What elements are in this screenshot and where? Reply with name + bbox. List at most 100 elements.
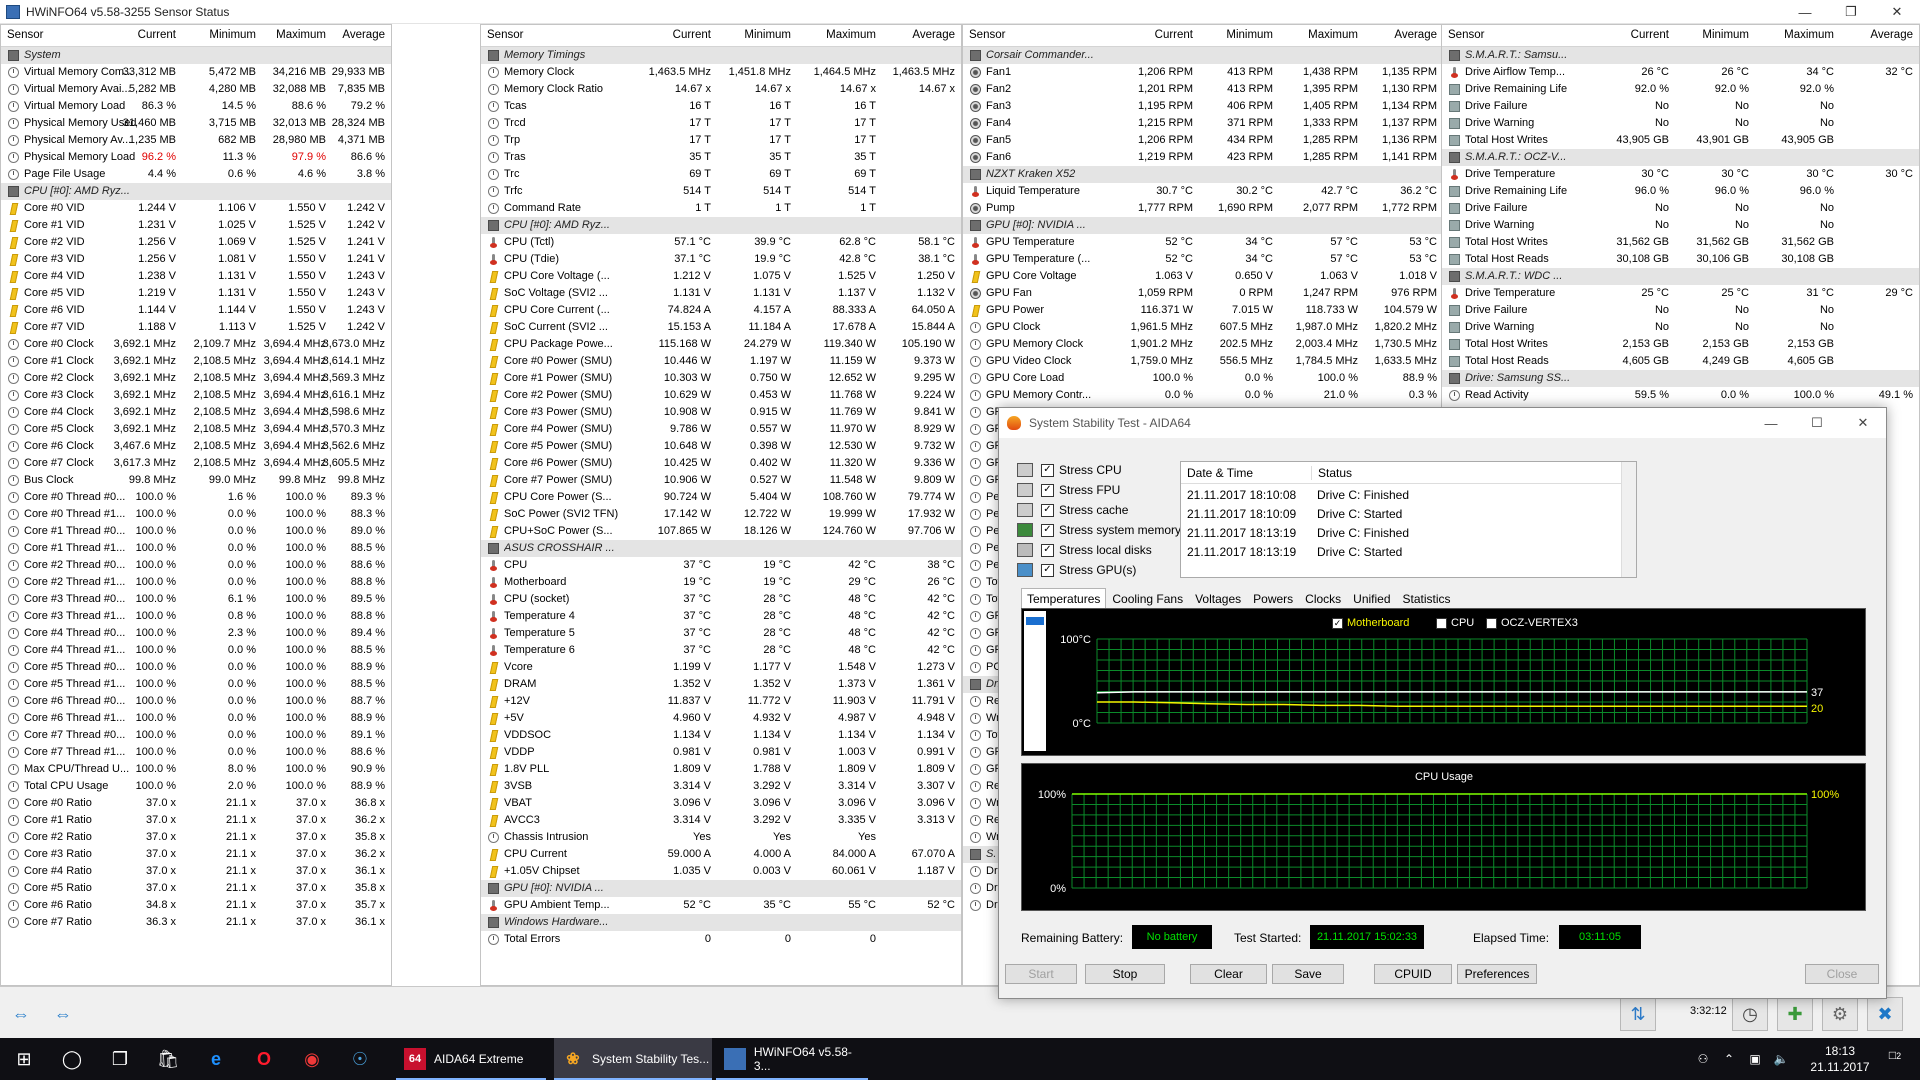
sensor-row[interactable]: Core #1 VID 1.231 V 1.025 V 1.525 V 1.242 V [1,217,391,234]
tab-clocks[interactable]: Clocks [1299,588,1347,608]
col-minimum[interactable]: Minimum [1226,29,1273,41]
aida-minimize-button[interactable]: — [1748,408,1794,438]
sensor-row[interactable]: DRAM 1.352 V 1.352 V 1.373 V 1.361 V [481,676,961,693]
column-header[interactable]: Sensor Current Minimum Maximum Average [481,25,961,47]
stress-disks-option[interactable]: ✓ Stress local disks [1017,540,1181,560]
sensor-row[interactable]: Virtual Memory Avai... 5,282 MB 4,280 MB 32… [1,81,391,98]
sensor-row[interactable]: Chassis Intrusion Yes Yes Yes [481,829,961,846]
network-icon[interactable]: ▣ [1742,1052,1768,1066]
taskbar-hwinfo[interactable]: HWiNFO64 v5.58-3... [716,1038,868,1080]
sensor-group-header[interactable]: NZXT Kraken X52 [963,166,1443,183]
sensor-row[interactable]: Fan3 1,195 RPM 406 RPM 1,405 RPM 1,134 RPM [963,98,1443,115]
chevron-up-icon[interactable]: ⌃ [1716,1052,1742,1066]
sensor-row[interactable]: Core #1 Ratio 37.0 x 21.1 x 37.0 x 36.2 x [1,812,391,829]
stress-gpu-option[interactable]: ✓ Stress GPU(s) [1017,560,1181,580]
sensor-row[interactable]: CPU (socket) 37 °C 28 °C 48 °C 42 °C [481,591,961,608]
sensor-row[interactable]: Pump 1,777 RPM 1,690 RPM 2,077 RPM 1,772 RPM [963,200,1443,217]
tab-temperatures[interactable]: Temperatures [1021,588,1107,608]
sensor-row[interactable]: Core #4 Ratio 37.0 x 21.1 x 37.0 x 36.1 x [1,863,391,880]
store-bag-icon[interactable]: 🛍 [150,1044,186,1074]
volume-icon[interactable]: 🔈 [1768,1052,1794,1066]
sensor-row[interactable]: GPU Memory Contr... 0.0 % 0.0 % 21.0 % 0.3 % [963,387,1443,404]
col-maximum[interactable]: Maximum [1308,29,1358,41]
windows-start-icon[interactable]: ⊞ [6,1044,42,1074]
sensor-row[interactable]: Physical Memory Load 96.2 % 11.3 % 97.9 % 86… [1,149,391,166]
sensor-panel-2[interactable]: Sensor Current Minimum Maximum Average M… [480,24,962,986]
log-scrollbar[interactable] [1621,462,1636,577]
col-current[interactable]: Current [673,29,711,41]
log-col-datetime[interactable]: Date & Time [1187,466,1253,480]
sensor-row[interactable]: GPU Temperature 52 °C 34 °C 57 °C 53 °C [963,234,1443,251]
save-button[interactable]: Save [1272,964,1344,984]
sensor-row[interactable]: CPU Core Voltage (... 1.212 V 1.075 V 1.525… [481,268,961,285]
sensor-row[interactable]: Liquid Temperature 30.7 °C 30.2 °C 42.7 °C 3… [963,183,1443,200]
col-minimum[interactable]: Minimum [1702,29,1749,41]
minimize-button[interactable]: — [1782,0,1828,24]
sensor-group-header[interactable]: Drive: Samsung SS... [1442,370,1919,387]
col-sensor[interactable]: Sensor [7,29,43,41]
sensor-row[interactable]: Core #6 Thread #1... 100.0 % 0.0 % 100.0 % 8… [1,710,391,727]
search-circle-icon[interactable]: ◯ [54,1044,90,1074]
event-log[interactable]: Date & Time Status 21.11.2017 18:10:08 Dr… [1180,461,1637,578]
sensor-row[interactable]: Trcd 17 T 17 T 17 T [481,115,961,132]
sensor-row[interactable]: Core #6 Power (SMU) 10.425 W 0.402 W 11.320… [481,455,961,472]
sensor-row[interactable]: Drive Failure No No No [1442,302,1919,319]
sensor-row[interactable]: Vcore 1.199 V 1.177 V 1.548 V 1.273 V [481,659,961,676]
sensor-row[interactable]: Temperature 6 37 °C 28 °C 48 °C 42 °C [481,642,961,659]
sensor-row[interactable]: Max CPU/Thread U... 100.0 % 8.0 % 100.0 % 90… [1,761,391,778]
sensor-row[interactable]: Core #6 Clock 3,467.6 MHz 2,108.5 MHz 3,694… [1,438,391,455]
sensor-row[interactable]: Core #5 Power (SMU) 10.648 W 0.398 W 12.530… [481,438,961,455]
sensor-row[interactable]: GPU Clock 1,961.5 MHz 607.5 MHz 1,987.0 MHz… [963,319,1443,336]
stress-cache-option[interactable]: ✓ Stress cache [1017,500,1181,520]
sensor-row[interactable]: CPU Package Powe... 115.168 W 24.279 W 119.… [481,336,961,353]
sensor-row[interactable]: Drive Remaining Life 96.0 % 96.0 % 96.0 % [1442,183,1919,200]
stress-memory-option[interactable]: ✓ Stress system memory [1017,520,1181,540]
sensor-row[interactable]: GPU Fan 1,059 RPM 0 RPM 1,247 RPM 976 RPM [963,285,1443,302]
sensor-group-header[interactable]: Memory Timings [481,47,961,64]
sensor-row[interactable]: Total Host Reads 4,605 GB 4,249 GB 4,605 GB [1442,353,1919,370]
globe-app-icon[interactable]: ☉ [342,1044,378,1074]
sensor-row[interactable]: Total Errors 0 0 0 [481,931,961,948]
sensor-group-header[interactable]: S.M.A.R.T.: Samsu... [1442,47,1919,64]
sensor-row[interactable]: GPU Memory Clock 1,901.2 MHz 202.5 MHz 2,00… [963,336,1443,353]
sensor-row[interactable]: Total Host Writes 31,562 GB 31,562 GB 31,56… [1442,234,1919,251]
sensor-row[interactable]: Drive Failure No No No [1442,98,1919,115]
col-maximum[interactable]: Maximum [826,29,876,41]
sensor-row[interactable]: CPU+SoC Power (S... 107.865 W 18.126 W 124.… [481,523,961,540]
sensor-row[interactable]: Core #3 Clock 3,692.1 MHz 2,108.5 MHz 3,694… [1,387,391,404]
sensor-row[interactable]: Core #6 Thread #0... 100.0 % 0.0 % 100.0 % 8… [1,693,391,710]
sensor-row[interactable]: CPU Core Current (... 74.824 A 4.157 A 88.3… [481,302,961,319]
sensor-row[interactable]: Core #7 Ratio 36.3 x 21.1 x 37.0 x 36.1 x [1,914,391,931]
sensor-row[interactable]: Core #1 Thread #1... 100.0 % 0.0 % 100.0 % 8… [1,540,391,557]
sensor-row[interactable]: Core #2 Ratio 37.0 x 21.1 x 37.0 x 35.8 x [1,829,391,846]
sensor-group-header[interactable]: CPU [#0]: AMD Ryz... [1,183,391,200]
sensor-row[interactable]: Virtual Memory Com... 33,312 MB 5,472 MB 34… [1,64,391,81]
sensor-row[interactable]: Core #5 Thread #0... 100.0 % 0.0 % 100.0 % 8… [1,659,391,676]
sensor-row[interactable]: GPU Temperature (... 52 °C 34 °C 57 °C 53 °C [963,251,1443,268]
sensor-row[interactable]: Core #4 VID 1.238 V 1.131 V 1.550 V 1.243 V [1,268,391,285]
sensor-row[interactable]: Fan1 1,206 RPM 413 RPM 1,438 RPM 1,135 RPM [963,64,1443,81]
close-x-icon[interactable]: ✖ [1867,997,1903,1031]
column-header[interactable]: Sensor Current Minimum Maximum Average [1,25,391,47]
sensor-row[interactable]: CPU Core Power (S... 90.724 W 5.404 W 108.7… [481,489,961,506]
sensor-row[interactable]: Memory Clock Ratio 14.67 x 14.67 x 14.67 x 1… [481,81,961,98]
sensor-row[interactable]: Core #0 Thread #1... 100.0 % 0.0 % 100.0 % 8… [1,506,391,523]
sensor-row[interactable]: Read Activity 59.5 % 0.0 % 100.0 % 49.1 % [1442,387,1919,404]
log-row[interactable]: 21.11.2017 18:10:08 Drive C: Finished [1181,486,1622,505]
sensor-row[interactable]: Temperature 4 37 °C 28 °C 48 °C 42 °C [481,608,961,625]
sensor-row[interactable]: Core #2 Power (SMU) 10.629 W 0.453 W 11.768… [481,387,961,404]
taskbar-clock[interactable]: 18:13 21.11.2017 [1805,1043,1875,1075]
sensor-row[interactable]: Core #0 Power (SMU) 10.446 W 1.197 W 11.159… [481,353,961,370]
sensor-row[interactable]: Memory Clock 1,463.5 MHz 1,451.8 MHz 1,464.… [481,64,961,81]
col-minimum[interactable]: Minimum [209,29,256,41]
aida-close-button[interactable]: ✕ [1840,408,1886,438]
sensor-row[interactable]: Total CPU Usage 100.0 % 2.0 % 100.0 % 88.9 % [1,778,391,795]
col-minimum[interactable]: Minimum [744,29,791,41]
sensor-row[interactable]: Core #0 VID 1.244 V 1.106 V 1.550 V 1.242 V [1,200,391,217]
sensor-row[interactable]: Core #6 VID 1.144 V 1.144 V 1.550 V 1.243 V [1,302,391,319]
sensor-row[interactable]: Core #7 VID 1.188 V 1.113 V 1.525 V 1.242 V [1,319,391,336]
sensor-row[interactable]: Total Host Writes 2,153 GB 2,153 GB 2,153 G… [1442,336,1919,353]
stress-cpu-option[interactable]: ✓ Stress CPU [1017,460,1181,480]
sensor-row[interactable]: Core #5 Thread #1... 100.0 % 0.0 % 100.0 % 8… [1,676,391,693]
nav-collapse-icon[interactable]: ⇔ [48,1003,78,1025]
